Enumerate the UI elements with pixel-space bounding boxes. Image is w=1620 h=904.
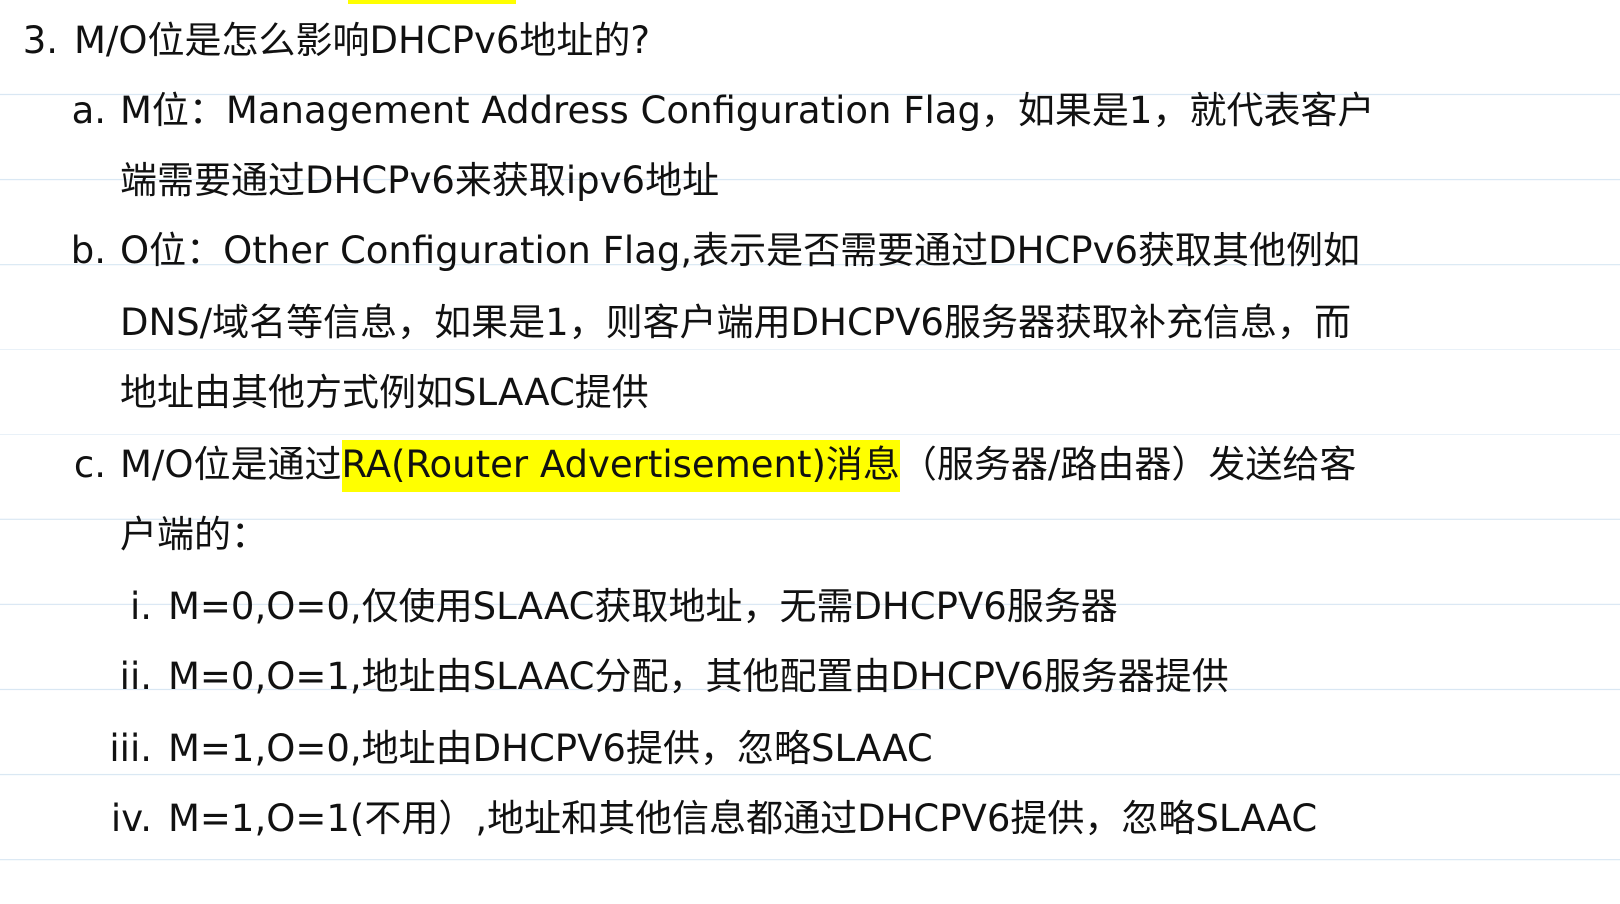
top-highlight-fragment [348, 0, 516, 4]
subitem-iv-text: M=1,O=1(不用）,地址和其他信息都通过DHCPV6提供，忽略SLAAC [168, 797, 1318, 840]
item-a-marker: a. [71, 89, 106, 132]
item-c-line1: M/O位是通过RA(Router Advertisement)消息（服务器/路由… [120, 440, 1357, 492]
subitem-iii-marker: iii. [109, 727, 152, 770]
subitem-i-text: M=0,O=0,仅使用SLAAC获取地址，无需DHCPV6服务器 [168, 585, 1118, 628]
item-b-line1: O位：Other Configuration Flag,表示是否需要通过DHCP… [120, 229, 1361, 272]
item-b-line3: 地址由其他方式例如SLAAC提供 [120, 371, 649, 414]
item-c-line2: 户端的： [120, 513, 268, 556]
item-c-marker: c. [73, 443, 106, 486]
heading-text: M/O位是怎么影响DHCPv6地址的? [74, 19, 651, 62]
item-c-line1-post: （服务器/路由器）发送给客 [899, 443, 1357, 486]
item-b-marker: b. [70, 229, 106, 272]
highlighted-ra-text: RA(Router Advertisement)消息 [341, 440, 900, 492]
subitem-iv-marker: iv. [110, 797, 152, 840]
item-b-line2: DNS/域名等信息，如果是1，则客户端用DHCPV6服务器获取补充信息，而 [120, 301, 1351, 344]
subitem-ii-text: M=0,O=1,地址由SLAAC分配，其他配置由DHCPV6服务器提供 [168, 655, 1229, 698]
heading-number: 3. [22, 19, 58, 62]
subitem-ii-marker: ii. [119, 655, 152, 698]
item-c-line1-pre: M/O位是通过 [120, 443, 342, 486]
item-a-line2: 端需要通过DHCPv6来获取ipv6地址 [120, 159, 720, 202]
item-a-line1: M位：Management Address Configuration Flag… [120, 89, 1375, 132]
subitem-iii-text: M=1,O=0,地址由DHCPV6提供，忽略SLAAC [168, 727, 933, 770]
subitem-i-marker: i. [129, 585, 152, 628]
